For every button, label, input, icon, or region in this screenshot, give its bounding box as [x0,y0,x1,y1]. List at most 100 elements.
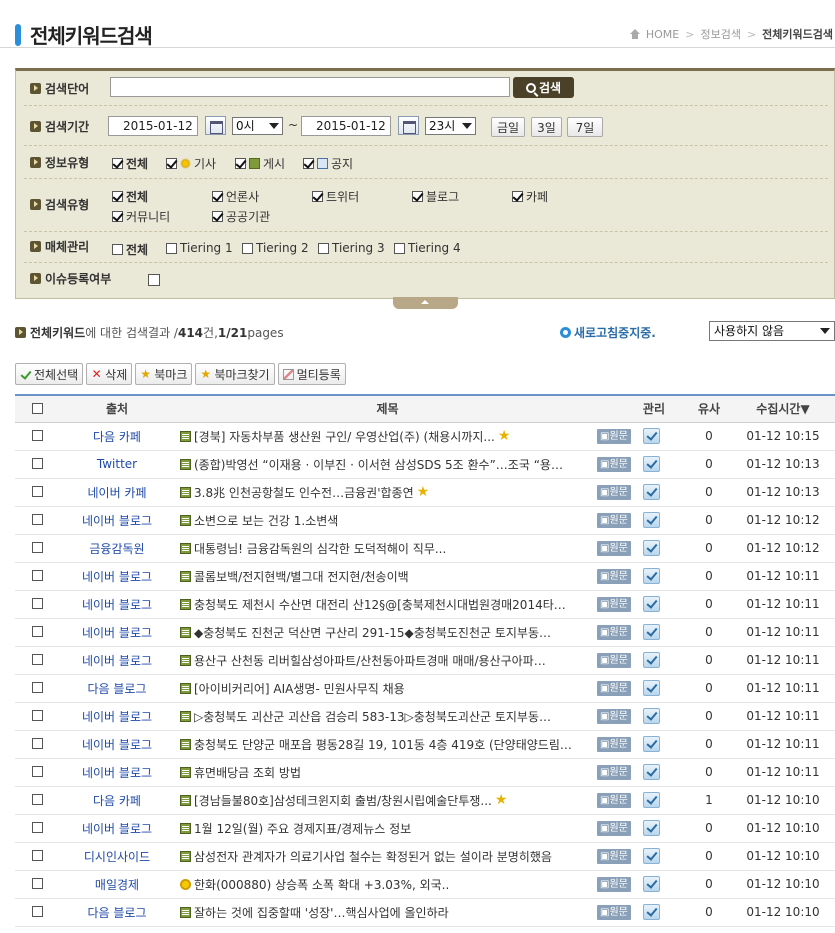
original-button[interactable]: ▣원문 [597,848,631,864]
row-source[interactable]: 다음 블로그 [59,674,175,703]
row-source[interactable]: 네이버 카페 [59,478,175,507]
info-type-all[interactable]: 전체 [112,155,148,172]
row-source[interactable]: 네이버 블로그 [59,562,175,591]
row-title[interactable]: 용산구 산천동 리버힐삼성아파트/산천동아파트경매 매매/용산구아파… [194,652,546,669]
checkbox[interactable] [166,242,177,254]
row-source[interactable]: 네이버 블로그 [59,506,175,535]
select-all-button[interactable]: 전체선택 [15,363,84,385]
search-type-community[interactable]: 커뮤니티 [112,208,170,225]
row-source[interactable]: 네이버 블로그 [59,590,175,619]
multi-register-button[interactable]: 멀티등록 [277,363,346,385]
row-checkbox[interactable] [31,430,43,441]
select-all-checkbox[interactable] [31,402,43,414]
row-checkbox[interactable] [31,822,43,833]
row-checkbox[interactable] [31,514,43,525]
table-row[interactable]: 네이버 블로그 소변으로 보는 건강 1.소변색 ▣원문 0 01-12 10:12 [15,506,835,535]
original-button[interactable]: ▣원문 [597,568,631,584]
manage-check-icon[interactable] [642,456,660,472]
table-row[interactable]: 디시인사이드 삼성전자 관계자가 의료기사업 철수는 확정된거 없는 설이라 분명… [15,842,835,871]
original-button[interactable]: ▣원문 [597,540,631,556]
row-title[interactable]: ▷충청북도 괴산군 괴산읍 검승리 583-13▷충청북도괴산군 토지부동… [194,708,551,725]
media-tiering-4[interactable]: Tiering 4 [394,241,461,255]
breadcrumb-info-search[interactable]: 정보검색 [700,26,740,42]
row-source[interactable]: 네이버 블로그 [59,646,175,675]
original-button[interactable]: ▣원문 [597,484,631,500]
row-checkbox[interactable] [31,710,43,721]
checkbox[interactable] [512,191,523,202]
row-title[interactable]: 소변으로 보는 건강 1.소변색 [194,512,338,529]
checkbox[interactable] [242,242,253,254]
checkbox[interactable] [318,242,329,254]
row-checkbox[interactable] [31,794,43,805]
manage-check-icon[interactable] [642,624,660,640]
manage-check-icon[interactable] [642,876,660,892]
row-source[interactable]: 매일경제 [59,870,175,899]
search-type-blog[interactable]: 블로그 [412,188,459,205]
row-checkbox[interactable] [31,626,43,637]
info-type-notice[interactable]: 공지 [303,155,353,172]
date-to-input[interactable]: 2015-01-12 [301,116,391,136]
table-row[interactable]: 금융감독원 대통령님! 금융감독원의 심각한 도덕적해이 직무... ▣원문 0 01-… [15,534,835,563]
manage-check-icon[interactable] [642,820,660,836]
table-row[interactable]: 다음 카페 [경북] 자동차부품 생산원 구인/ 우영산업(주) (채용시까지..… [15,422,835,451]
manage-check-icon[interactable] [642,848,660,864]
row-source[interactable]: Twitter [59,450,175,479]
checkbox[interactable] [212,191,223,202]
table-row[interactable]: 네이버 블로그 충청북도 단양군 매포읍 평동28길 19, 101동 4층 41… [15,730,835,759]
row-checkbox[interactable] [31,486,43,497]
row-title[interactable]: 충청북도 단양군 매포읍 평동28길 19, 101동 4층 419호 (단양태… [194,736,572,753]
manage-check-icon[interactable] [642,428,660,444]
row-checkbox[interactable] [31,738,43,749]
bookmark-button[interactable]: ★ 북마크 [135,363,193,385]
row-checkbox[interactable] [31,598,43,609]
manage-check-icon[interactable] [642,484,660,500]
media-tiering-2[interactable]: Tiering 2 [242,241,309,255]
search-type-press[interactable]: 언론사 [212,188,259,205]
row-checkbox[interactable] [31,850,43,861]
original-button[interactable]: ▣원문 [597,820,631,836]
manage-check-icon[interactable] [642,512,660,528]
media-tiering-3[interactable]: Tiering 3 [318,241,385,255]
search-type-twitter[interactable]: 트위터 [312,188,359,205]
search-type-public[interactable]: 공공기관 [212,208,270,225]
original-button[interactable]: ▣원문 [597,624,631,640]
date-from-input[interactable]: 2015-01-12 [108,116,198,136]
table-row[interactable]: Twitter (종합)박영선 “이재용 · 이부진 · 이서현 삼성SDS 5조… [15,450,835,479]
row-title[interactable]: 1월 12일(월) 주요 경제지표/경제뉴스 정보 [194,820,411,837]
row-source[interactable]: 다음 카페 [59,786,175,815]
checkbox[interactable] [212,211,223,222]
manage-check-icon[interactable] [642,708,660,724]
table-row[interactable]: 매일경제 한화(000880) 상승폭 소폭 확대 +3.03%, 외국.. ▣원문… [15,870,835,899]
keyword-input[interactable] [110,77,510,97]
checkbox[interactable] [166,158,177,169]
search-button[interactable]: 검색 [513,77,574,98]
hour-to-select[interactable]: 23시 [425,117,476,135]
checkbox[interactable] [235,158,246,169]
original-button[interactable]: ▣원문 [597,764,631,780]
table-row[interactable]: 다음 블로그 잘하는 것에 집중할때 '성장'…핵심사업에 올인하라 ▣원문 0 01-… [15,898,835,927]
row-title[interactable]: 콜롬보백/전지현백/별그대 전지현/천송이백 [194,568,409,585]
row-checkbox[interactable] [31,906,43,917]
row-title[interactable]: ◆충청북도 진천군 덕산면 구산리 291-15◆충청북도진천군 토지부동… [194,624,551,641]
search-type-cafe[interactable]: 카페 [512,188,548,205]
manage-check-icon[interactable] [642,540,660,556]
original-button[interactable]: ▣원문 [597,876,631,892]
row-title[interactable]: 대통령님! 금융감독원의 심각한 도덕적해이 직무... [194,540,446,557]
table-row[interactable]: 네이버 블로그 ◆충청북도 진천군 덕산면 구산리 291-15◆충청북도진천군 … [15,618,835,647]
row-source[interactable]: 네이버 블로그 [59,814,175,843]
table-row[interactable]: 네이버 블로그 콜롬보백/전지현백/별그대 전지현/천송이백 ▣원문 0 01-12 1… [15,562,835,591]
original-button[interactable]: ▣원문 [597,428,631,444]
row-title[interactable]: 잘하는 것에 집중할때 '성장'…핵심사업에 올인하라 [194,904,449,921]
row-source[interactable]: 다음 블로그 [59,898,175,927]
row-title[interactable]: 삼성전자 관계자가 의료기사업 철수는 확정된거 없는 설이라 분명히했음 [194,848,552,865]
manage-check-icon[interactable] [642,764,660,780]
row-source[interactable]: 네이버 블로그 [59,758,175,787]
row-title[interactable]: [아이비커리어] AIA생명- 민원사무직 채용 [194,680,405,697]
today-button[interactable]: 금일 [491,117,525,137]
original-button[interactable]: ▣원문 [597,512,631,528]
row-title[interactable]: [경북] 자동차부품 생산원 구인/ 우영산업(주) (채용시까지... [194,428,495,445]
calendar-icon[interactable] [398,116,419,135]
breadcrumb-home[interactable]: HOME [646,28,679,41]
row-source[interactable]: 디시인사이드 [59,842,175,871]
row-checkbox[interactable] [31,570,43,581]
